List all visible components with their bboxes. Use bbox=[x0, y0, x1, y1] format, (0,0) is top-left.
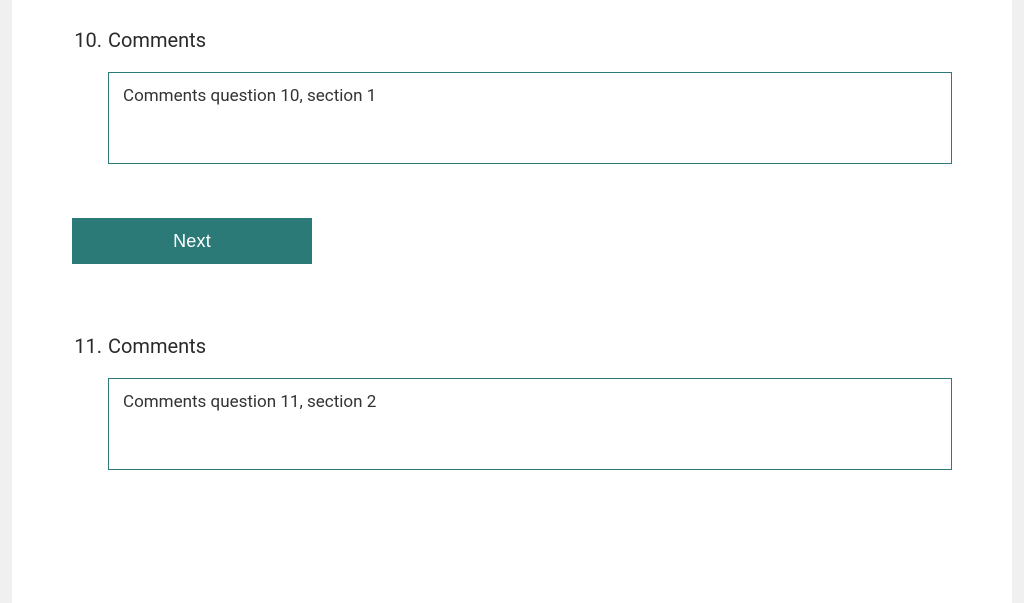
question-11-number: 11. bbox=[72, 334, 102, 358]
question-10-block: 10. Comments bbox=[12, 28, 1012, 168]
question-11-title: Comments bbox=[108, 334, 206, 358]
question-10-number: 10. bbox=[72, 28, 102, 52]
next-button-row: Next bbox=[12, 218, 1012, 264]
question-10-input-wrap bbox=[108, 72, 952, 168]
spacer bbox=[12, 324, 1012, 334]
question-10-header: 10. Comments bbox=[72, 28, 952, 52]
question-10-title: Comments bbox=[108, 28, 206, 52]
question-11-input-wrap bbox=[108, 378, 952, 474]
question-10-textarea[interactable] bbox=[108, 72, 952, 164]
question-11-header: 11. Comments bbox=[72, 334, 952, 358]
form-page: 10. Comments Next 11. Comments bbox=[12, 0, 1012, 603]
question-11-block: 11. Comments bbox=[12, 334, 1012, 474]
spacer bbox=[12, 0, 1012, 28]
next-button[interactable]: Next bbox=[72, 218, 312, 264]
question-11-textarea[interactable] bbox=[108, 378, 952, 470]
